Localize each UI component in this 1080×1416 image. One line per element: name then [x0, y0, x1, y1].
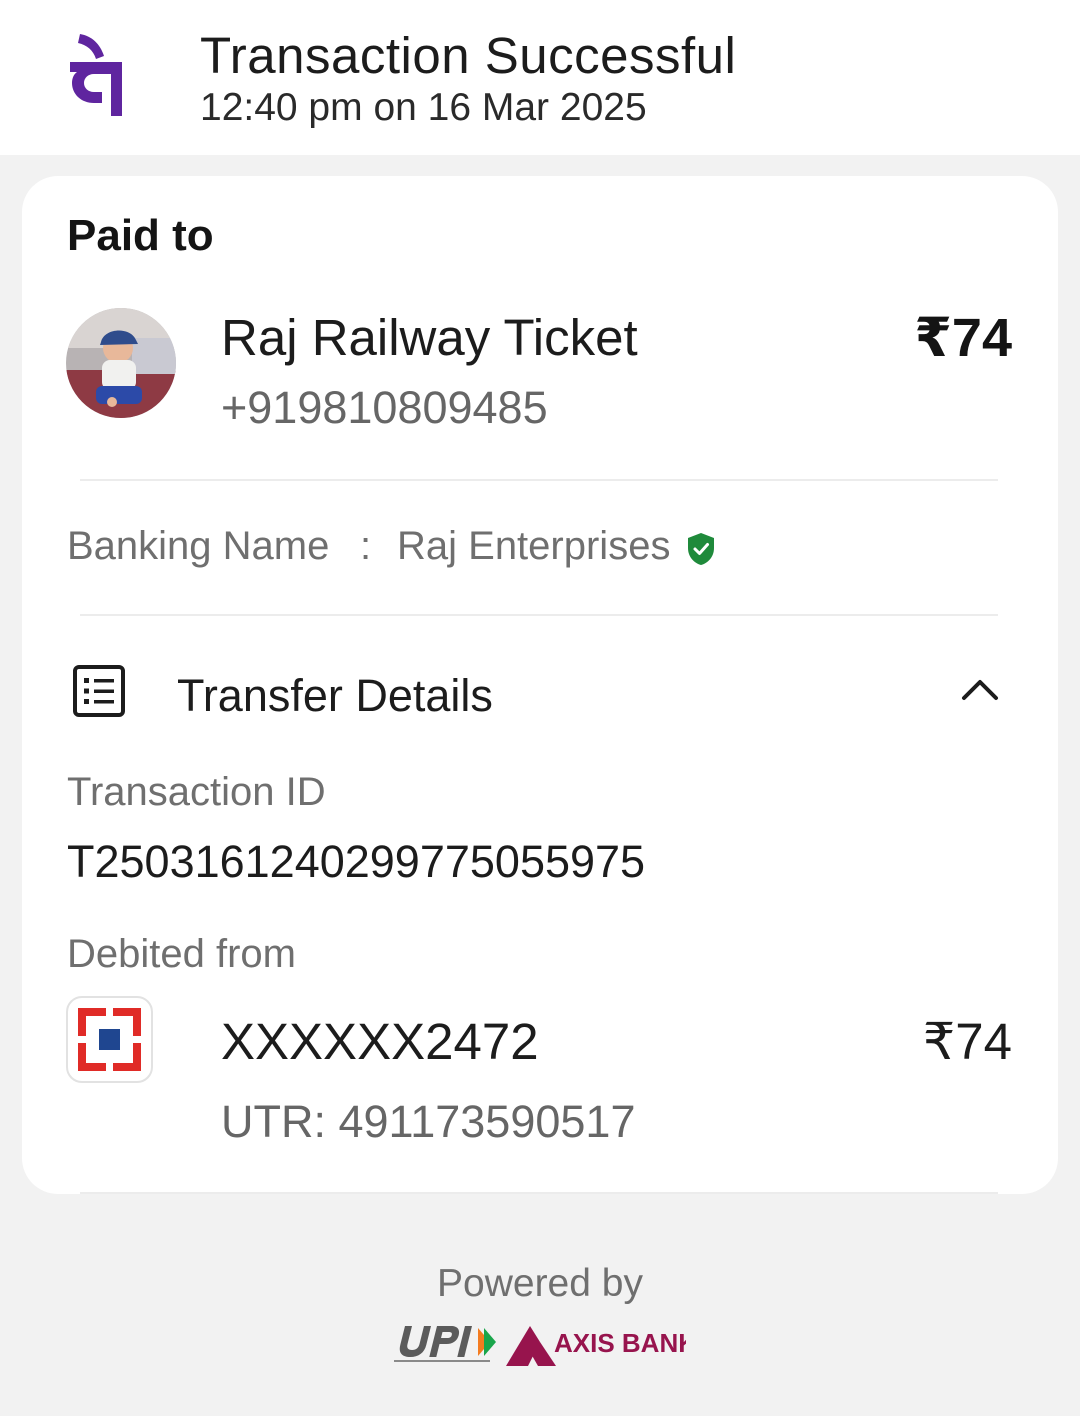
- transaction-status-title: Transaction Successful: [200, 27, 737, 84]
- powered-by-label: Powered by: [437, 1262, 643, 1305]
- divider: [80, 479, 998, 481]
- divider: [80, 1192, 998, 1194]
- transaction-id-label: Transaction ID: [67, 770, 326, 814]
- app-header: Transaction Successful 12:40 pm on 16 Ma…: [0, 0, 1080, 155]
- profile-photo-avatar: [66, 308, 176, 418]
- hdfc-bank-logo-icon: [76, 1006, 143, 1073]
- chevron-up-icon[interactable]: [960, 674, 1000, 706]
- debited-from-label: Debited from: [67, 932, 296, 976]
- phonepe-logo-icon: [70, 34, 122, 116]
- banking-name-label: Banking Name: [67, 524, 330, 568]
- banking-name-value: Raj Enterprises: [397, 524, 671, 568]
- paid-to-label: Paid to: [67, 211, 214, 260]
- payee-name: Raj Railway Ticket: [221, 309, 638, 366]
- transfer-details-title[interactable]: Transfer Details: [177, 670, 493, 722]
- upi-logo: [394, 1326, 496, 1362]
- debited-amount: ₹74: [922, 1013, 1012, 1070]
- banking-name-separator: :: [360, 524, 372, 568]
- debited-account-number: XXXXXX2472: [221, 1013, 539, 1070]
- payee-phone: +919810809485: [221, 382, 548, 433]
- receipt-list-icon: [73, 665, 125, 717]
- verified-shield-icon: [688, 533, 714, 565]
- transaction-datetime: 12:40 pm on 16 Mar 2025: [200, 86, 647, 129]
- bank-logo: [66, 996, 153, 1083]
- payee-avatar: [66, 308, 176, 418]
- utr-number[interactable]: UTR: 491173590517: [221, 1096, 635, 1148]
- transaction-card: Paid to Raj Railway Ticket +919810809485…: [22, 176, 1058, 1194]
- axis-bank-wordmark: AXIS BANK: [554, 1328, 686, 1358]
- transaction-id-value[interactable]: T2503161240299775055975: [67, 836, 645, 888]
- divider: [80, 614, 998, 616]
- paid-amount: ₹74: [914, 308, 1012, 368]
- axis-bank-logo: AXIS BANK: [506, 1326, 686, 1366]
